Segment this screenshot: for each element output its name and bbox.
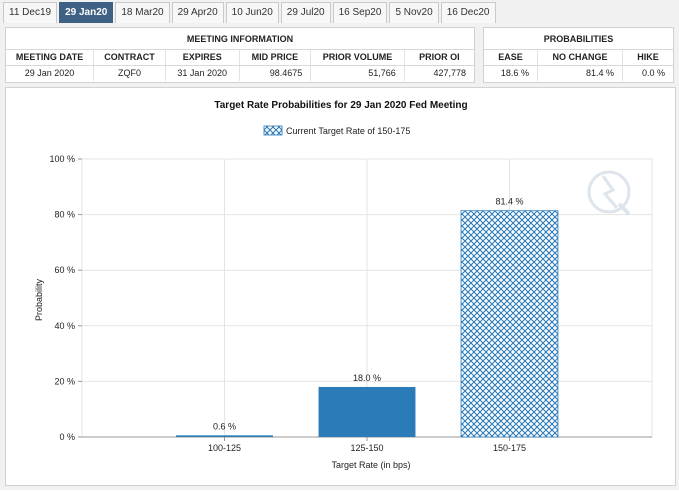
y-tick-label: 100 % xyxy=(49,154,75,164)
tab-16-dec20[interactable]: 16 Dec20 xyxy=(440,2,496,23)
meeting-info-header-row: MEETING DATE CONTRACT EXPIRES MID PRICE … xyxy=(6,50,474,66)
probabilities-title: PROBABILITIES xyxy=(484,28,673,50)
ease-header: EASE xyxy=(484,50,538,66)
y-tick-label: 0 % xyxy=(59,432,75,442)
no-change-header: NO CHANGE xyxy=(537,50,624,66)
probabilities-table: EASE NO CHANGE HIKE 18.6 % 81.4 % 0.0 % xyxy=(484,50,673,81)
x-axis-label: Target Rate (in bps) xyxy=(331,460,410,470)
x-tick-label: 100-125 xyxy=(208,443,241,453)
prior-oi-value: 427,778 xyxy=(433,68,466,79)
contract-header: CONTRACT xyxy=(93,50,166,66)
meeting-info-title: MEETING INFORMATION xyxy=(6,28,474,50)
meeting-date-value: 29 Jan 2020 xyxy=(6,65,95,81)
bar-150-175[interactable] xyxy=(460,210,559,438)
meeting-info-row: 29 Jan 2020 ZQF0 31 Jan 2020 98.4675 51,… xyxy=(6,65,474,81)
legend-swatch[interactable] xyxy=(263,125,283,136)
bar-value-label: 18.0 % xyxy=(353,373,381,383)
tab-5-nov20[interactable]: 5 Nov20 xyxy=(389,2,439,23)
x-tick-label: 125-150 xyxy=(350,443,383,453)
no-change-value: 81.4 % xyxy=(537,65,624,81)
y-tick-label: 60 % xyxy=(54,265,75,275)
prior-volume-value: 51,766 xyxy=(310,65,405,81)
tab-11-dec19[interactable]: 11 Dec19 xyxy=(3,2,58,23)
meeting-tabs: 11 Dec19 29 Jan20 18 Mar20 29 Apr20 10 Jun20… xyxy=(3,2,496,23)
probabilities-header-row: EASE NO CHANGE HIKE xyxy=(484,50,673,66)
meeting-info-panel: MEETING INFORMATION MEETING DATE CONTRAC… xyxy=(5,27,475,83)
legend-label: Current Target Rate of 150-175 xyxy=(286,126,410,136)
meeting-info-table: MEETING DATE CONTRACT EXPIRES MID PRICE … xyxy=(6,50,474,81)
ease-value: 18.6 % xyxy=(484,65,538,81)
tab-29-jul20[interactable]: 29 Jul20 xyxy=(280,2,331,23)
hike-value: 0.0 % xyxy=(641,68,665,79)
page-frame: 11 Dec19 29 Jan20 18 Mar20 29 Apr20 10 Jun20… xyxy=(0,0,679,490)
y-tick-label: 80 % xyxy=(54,210,75,220)
expires-value: 31 Jan 2020 xyxy=(165,65,240,81)
bar-value-label: 81.4 % xyxy=(495,197,523,207)
bar-value-label: 0.6 % xyxy=(213,421,236,431)
tab-10-jun20[interactable]: 10 Jun20 xyxy=(225,2,279,23)
probabilities-row: 18.6 % 81.4 % 0.0 % xyxy=(484,65,673,81)
y-tick-label: 40 % xyxy=(54,321,75,331)
chart-panel: Target Rate Probabilities for 29 Jan 202… xyxy=(5,87,676,486)
mid-price-value: 98.4675 xyxy=(239,65,312,81)
prior-volume-header: PRIOR VOLUME xyxy=(310,50,405,66)
mid-price-header: MID PRICE xyxy=(239,50,312,66)
tab-16-sep20[interactable]: 16 Sep20 xyxy=(332,2,388,23)
bar-125-150[interactable] xyxy=(318,386,416,437)
probabilities-panel: PROBABILITIES EASE NO CHANGE HIKE 18.6 %… xyxy=(483,27,674,83)
watermark-logo xyxy=(587,170,631,216)
prior-oi-header: PRIOR OI xyxy=(404,50,474,66)
bar-100-125[interactable] xyxy=(176,435,273,437)
tab-18-mar20[interactable]: 18 Mar20 xyxy=(115,2,170,23)
tab-29-apr20[interactable]: 29 Apr20 xyxy=(171,2,224,23)
y-tick-label: 20 % xyxy=(54,376,75,386)
probability-chart: Target Rate Probabilities for 29 Jan 202… xyxy=(34,100,653,470)
y-axis-label: Probability xyxy=(34,278,44,321)
meeting-date-header: MEETING DATE xyxy=(6,50,95,66)
expires-header: EXPIRES xyxy=(165,50,240,66)
x-tick-label: 150-175 xyxy=(493,443,526,453)
tab-29-jan20[interactable]: 29 Jan20 xyxy=(59,2,114,23)
contract-value: ZQF0 xyxy=(93,65,166,81)
chart-title: Target Rate Probabilities for 29 Jan 202… xyxy=(214,100,467,111)
hike-header: HIKE xyxy=(622,50,673,66)
